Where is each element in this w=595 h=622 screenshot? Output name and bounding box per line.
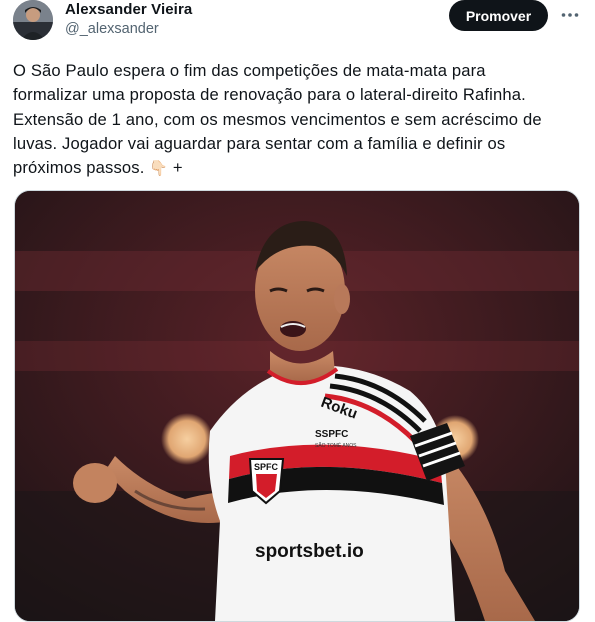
tweet-line: formalizar uma proposta de renovação par… <box>13 85 526 105</box>
jersey-crest-text: SPFC <box>254 462 279 472</box>
jersey-patch-sub: SÃO TOMÉ ANOS <box>315 442 357 449</box>
tweet-line: Extensão de 1 ano, com os mesmos vencime… <box>13 109 542 129</box>
tweet-line-last: próximos passos. 👇🏻 + <box>13 156 573 181</box>
tweet-media-photo[interactable]: SPFC SSPFC SÃO TOMÉ ANOS Roku sportsbet.… <box>14 190 580 622</box>
jersey-sponsor-text: sportsbet.io <box>255 541 364 562</box>
author-name[interactable]: Alexsander Vieira <box>65 1 192 18</box>
plus-text: + <box>172 158 183 178</box>
tweet-line: luvas. Jogador vai aguardar para sentar … <box>13 133 506 153</box>
author-handle[interactable]: @_alexsander <box>65 21 159 37</box>
tweet-line: próximos passos. <box>13 158 145 178</box>
player-photo: SPFC SSPFC SÃO TOMÉ ANOS Roku sportsbet.… <box>15 191 579 621</box>
avatar[interactable] <box>13 0 53 40</box>
pointing-down-emoji: 👇🏻 <box>149 160 169 178</box>
avatar-image <box>13 0 53 40</box>
tweet-text: O São Paulo espera o fim das competições… <box>13 59 573 181</box>
tweet-line: O São Paulo espera o fim das competições… <box>13 61 486 80</box>
more-icon[interactable] <box>558 3 582 27</box>
promote-button[interactable]: Promover <box>449 0 548 31</box>
jersey-patch-text: SSPFC <box>315 429 348 440</box>
